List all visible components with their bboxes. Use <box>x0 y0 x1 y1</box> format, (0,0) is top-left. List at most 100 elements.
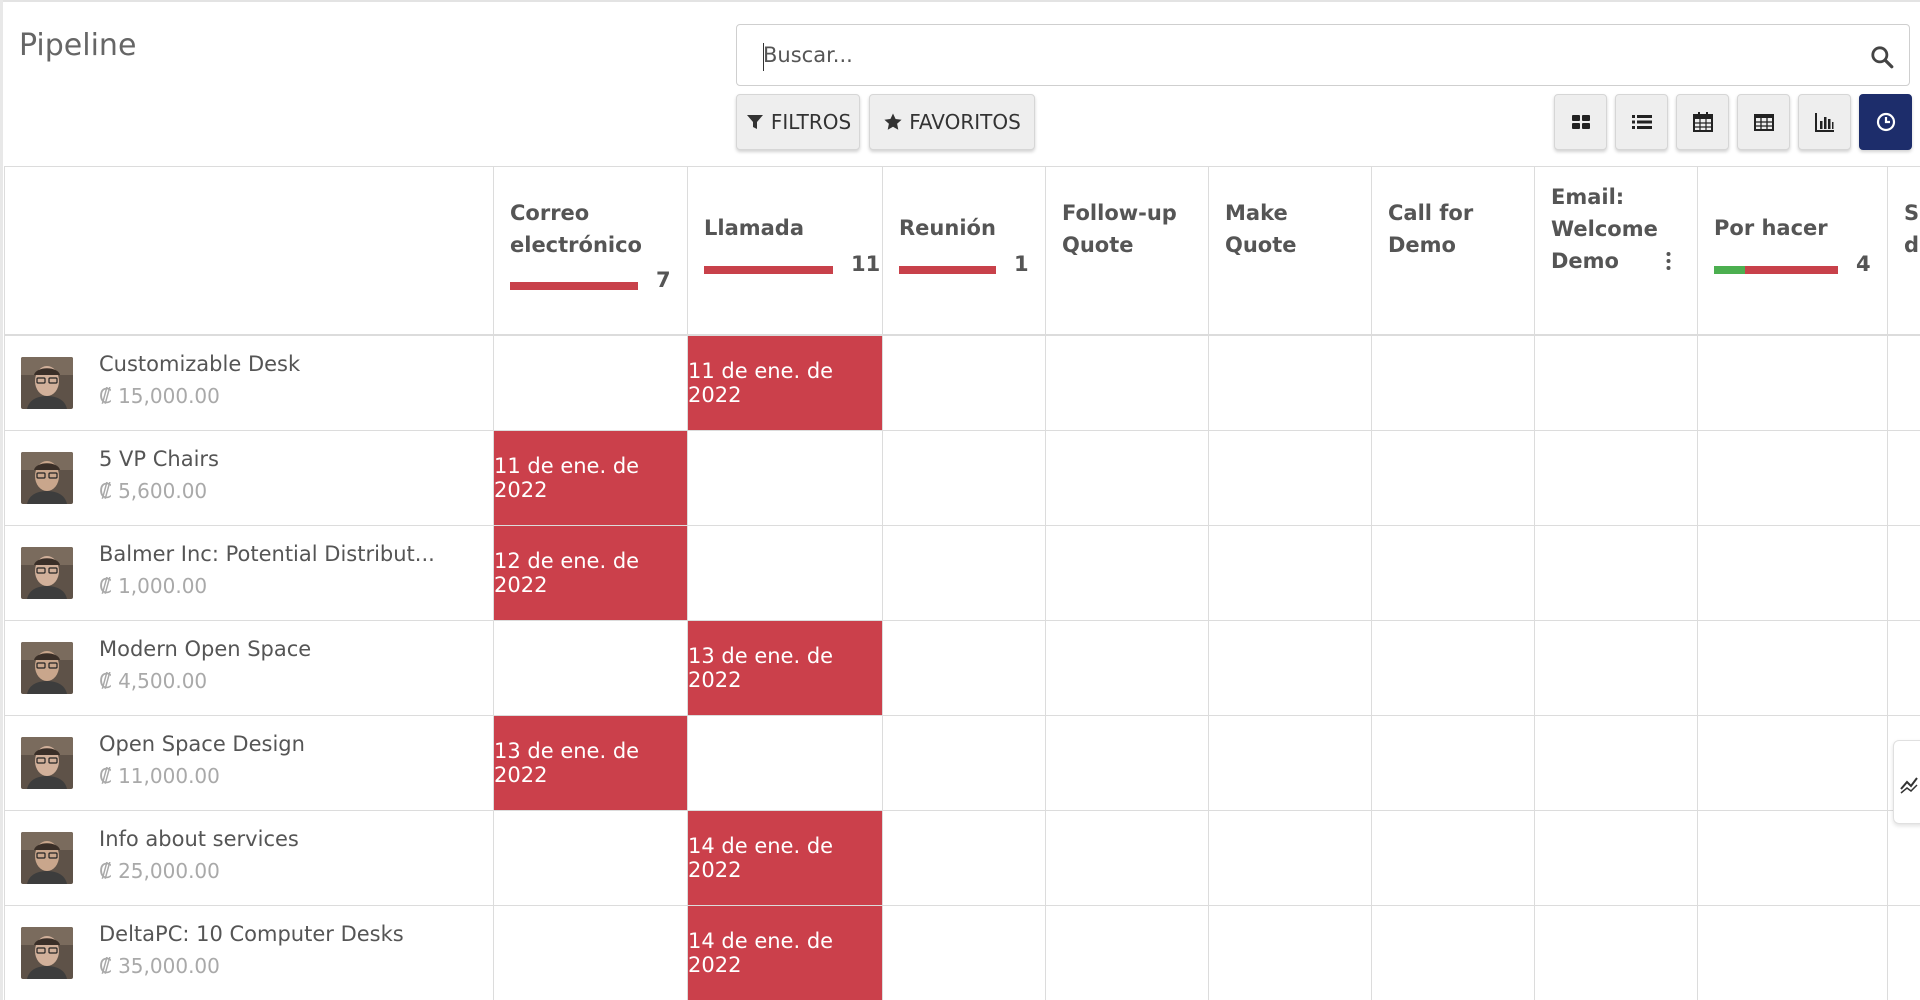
activity-cell[interactable] <box>1372 526 1535 621</box>
activity-cell[interactable] <box>1888 431 1920 526</box>
column-header[interactable]: Make Quote <box>1209 166 1372 336</box>
activity-cell[interactable] <box>494 906 688 1000</box>
activity-cell[interactable] <box>494 621 688 716</box>
view-kanban-button[interactable] <box>1554 94 1607 150</box>
view-calendar-button[interactable] <box>1676 94 1729 150</box>
opportunity-name[interactable]: Modern Open Space <box>99 637 311 661</box>
column-header[interactable]: Reunión 1 <box>883 166 1046 336</box>
activity-cell[interactable] <box>1209 621 1372 716</box>
activity-cell[interactable] <box>1046 811 1209 906</box>
search-bar[interactable] <box>736 24 1910 86</box>
activity-cell[interactable] <box>1698 811 1888 906</box>
side-panel-tab[interactable] <box>1893 740 1920 824</box>
activity-cell[interactable] <box>1888 526 1920 621</box>
activity-cell[interactable] <box>1535 716 1698 811</box>
activity-cell[interactable] <box>1535 431 1698 526</box>
opportunity-cell[interactable]: Modern Open Space ₡ 4,500.00 <box>4 621 494 716</box>
activity-cell[interactable] <box>1535 336 1698 431</box>
activity-cell[interactable] <box>883 906 1046 1000</box>
activity-cell[interactable] <box>1372 811 1535 906</box>
view-list-button[interactable] <box>1615 94 1668 150</box>
activity-cell[interactable] <box>883 716 1046 811</box>
activity-due-cell[interactable]: 13 de ene. de 2022 <box>688 621 883 716</box>
activity-cell[interactable] <box>1209 336 1372 431</box>
activity-cell[interactable] <box>1046 336 1209 431</box>
activity-cell[interactable] <box>494 336 688 431</box>
filters-button[interactable]: FILTROS <box>736 94 860 150</box>
activity-cell[interactable] <box>1046 526 1209 621</box>
column-header[interactable]: Correo electrónico 7 <box>494 166 688 336</box>
activity-cell[interactable] <box>1046 906 1209 1000</box>
column-header[interactable]: Call for Demo <box>1372 166 1535 336</box>
activity-cell[interactable] <box>1372 336 1535 431</box>
activity-cell[interactable] <box>883 621 1046 716</box>
activity-cell[interactable] <box>1888 336 1920 431</box>
activity-due-cell[interactable]: 11 de ene. de 2022 <box>494 431 688 526</box>
opportunity-name[interactable]: 5 VP Chairs <box>99 447 219 471</box>
activity-cell[interactable] <box>1372 431 1535 526</box>
view-graph-button[interactable] <box>1798 94 1851 150</box>
activity-cell[interactable] <box>1888 621 1920 716</box>
activity-cell[interactable] <box>1535 906 1698 1000</box>
column-header[interactable]: Follow-up Quote <box>1046 166 1209 336</box>
activity-cell[interactable] <box>1372 906 1535 1000</box>
opportunity-cell[interactable]: Open Space Design ₡ 11,000.00 <box>4 716 494 811</box>
activity-cell[interactable] <box>1698 716 1888 811</box>
column-header[interactable]: Por hacer 4 <box>1698 166 1888 336</box>
opportunity-name[interactable]: DeltaPC: 10 Computer Desks <box>99 922 404 946</box>
column-header[interactable]: Llamada 11 <box>688 166 883 336</box>
opportunity-cell[interactable]: Info about services ₡ 25,000.00 <box>4 811 494 906</box>
opportunity-cell[interactable]: Customizable Desk ₡ 15,000.00 <box>4 336 494 431</box>
opportunity-cell[interactable]: 5 VP Chairs ₡ 5,600.00 <box>4 431 494 526</box>
activity-cell[interactable] <box>1698 526 1888 621</box>
activity-cell[interactable] <box>883 431 1046 526</box>
activity-cell[interactable] <box>1698 906 1888 1000</box>
activity-cell[interactable] <box>1698 336 1888 431</box>
activity-cell[interactable] <box>883 526 1046 621</box>
opportunity-name[interactable]: Open Space Design <box>99 732 305 756</box>
activity-cell[interactable] <box>1372 716 1535 811</box>
activity-cell[interactable] <box>1209 811 1372 906</box>
activity-cell[interactable] <box>1046 621 1209 716</box>
favorites-button[interactable]: FAVORITOS <box>869 94 1035 150</box>
view-activity-button[interactable] <box>1859 94 1912 150</box>
activity-cell[interactable] <box>1209 906 1372 1000</box>
activity-cell[interactable] <box>1209 716 1372 811</box>
opportunity-name[interactable]: Balmer Inc: Potential Distribut... <box>99 542 435 566</box>
activity-cell[interactable] <box>1888 906 1920 1000</box>
activity-due-cell[interactable]: 13 de ene. de 2022 <box>494 716 688 811</box>
activity-cell[interactable] <box>1888 811 1920 906</box>
activity-cell[interactable] <box>1698 621 1888 716</box>
activity-cell[interactable] <box>1372 621 1535 716</box>
search-input[interactable] <box>737 25 1909 85</box>
activity-cell[interactable] <box>688 526 883 621</box>
activity-cell[interactable] <box>494 811 688 906</box>
activity-cell[interactable] <box>883 811 1046 906</box>
opportunity-name[interactable]: Info about services <box>99 827 299 851</box>
activity-cell[interactable] <box>688 716 883 811</box>
search-icon[interactable] <box>1869 44 1895 70</box>
activity-due-cell[interactable]: 12 de ene. de 2022 <box>494 526 688 621</box>
opportunity-amount: ₡ 5,600.00 <box>99 479 208 503</box>
activity-due-cell[interactable]: 14 de ene. de 2022 <box>688 906 883 1000</box>
column-header[interactable]: Email: Welcome Demo <box>1535 166 1698 336</box>
activity-cell[interactable] <box>1209 431 1372 526</box>
opportunity-name[interactable]: Customizable Desk <box>99 352 300 376</box>
activity-cell[interactable] <box>688 431 883 526</box>
activity-cell[interactable] <box>1046 431 1209 526</box>
activity-due-cell[interactable]: 11 de ene. de 2022 <box>688 336 883 431</box>
column-header[interactable]: S d <box>1888 166 1920 336</box>
activity-cell[interactable] <box>1698 431 1888 526</box>
opportunity-cell[interactable]: Balmer Inc: Potential Distribut... ₡ 1,00… <box>4 526 494 621</box>
menu-dots-icon[interactable] <box>1666 251 1671 271</box>
opportunity-cell[interactable]: DeltaPC: 10 Computer Desks ₡ 35,000.00 <box>4 906 494 1000</box>
activity-cell[interactable] <box>1535 621 1698 716</box>
activity-cell[interactable] <box>1535 526 1698 621</box>
activity-due-cell[interactable]: 14 de ene. de 2022 <box>688 811 883 906</box>
activity-cell[interactable] <box>1209 526 1372 621</box>
view-pivot-button[interactable] <box>1737 94 1790 150</box>
progress-bar <box>1714 266 1838 274</box>
activity-cell[interactable] <box>1535 811 1698 906</box>
activity-cell[interactable] <box>1046 716 1209 811</box>
activity-cell[interactable] <box>883 336 1046 431</box>
